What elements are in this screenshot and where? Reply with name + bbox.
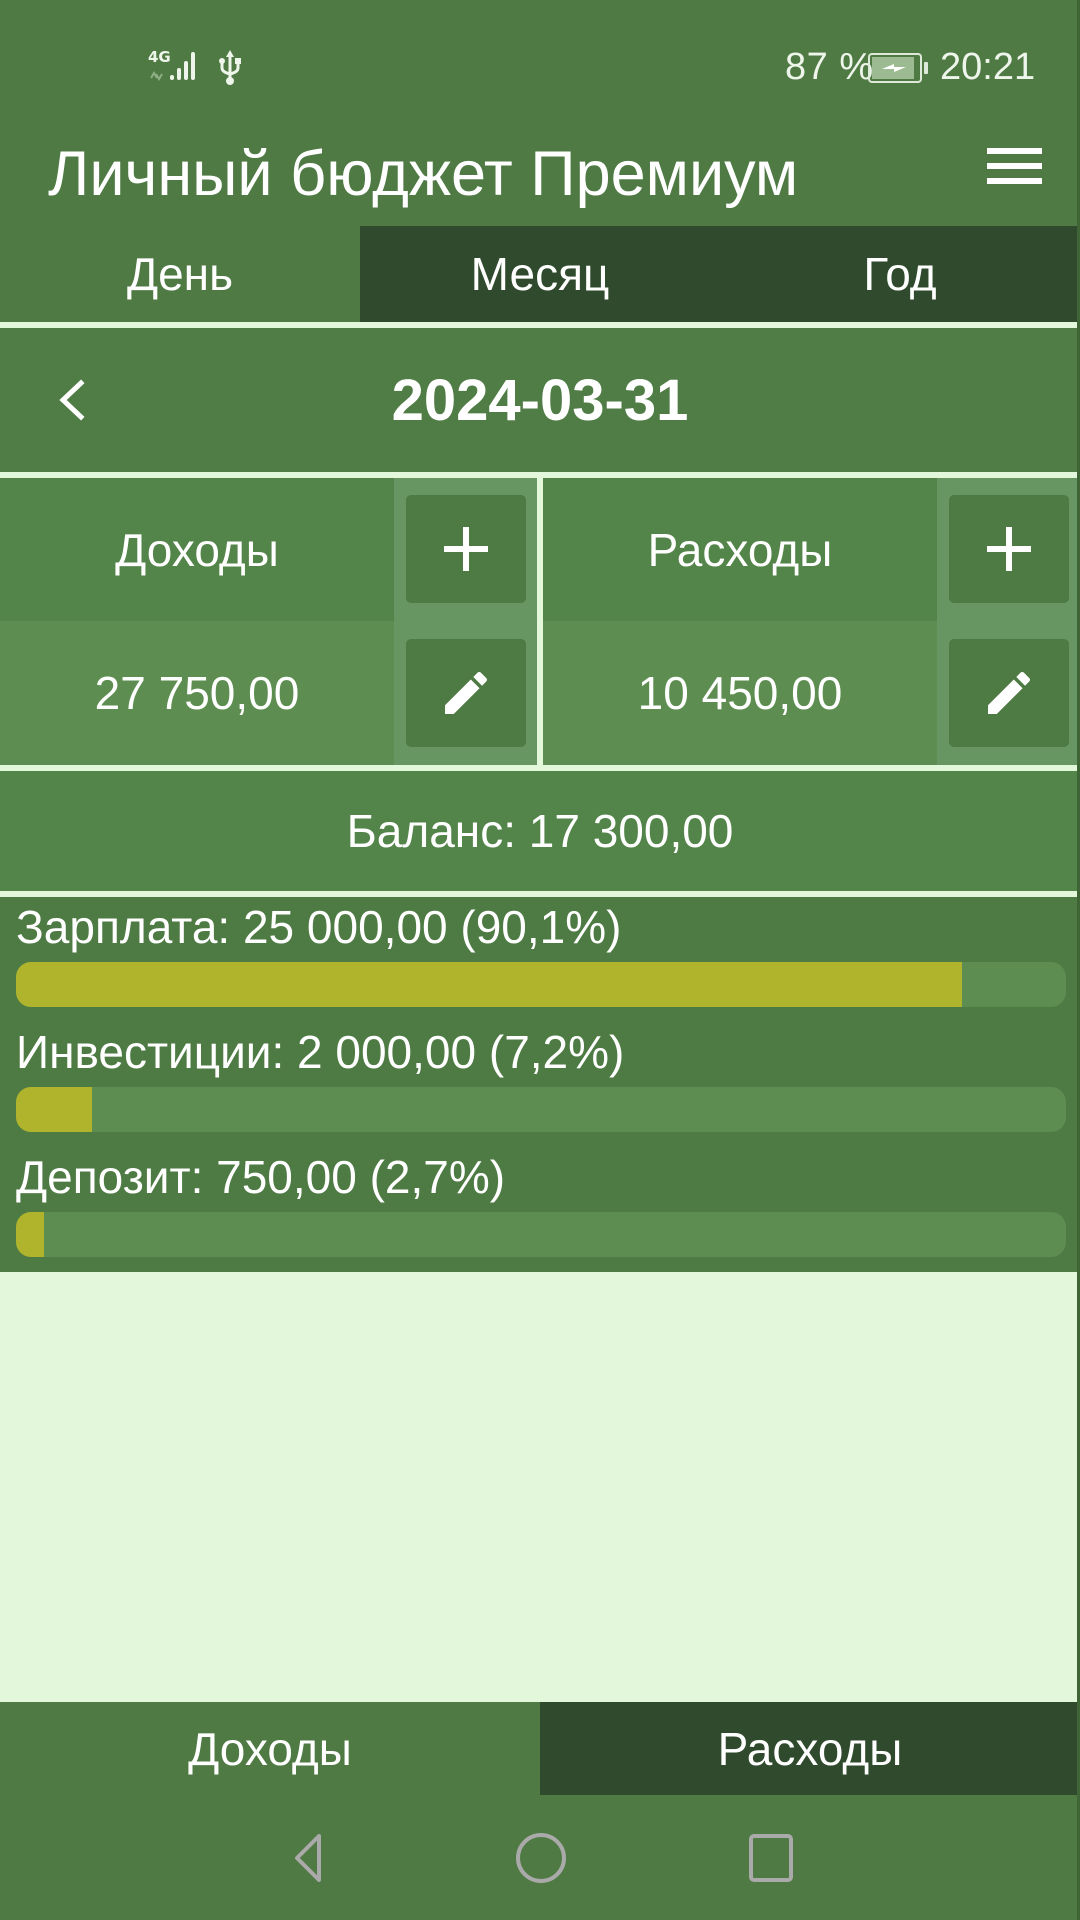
home-icon [516, 1833, 566, 1883]
income-amount: 27 750,00 [0, 621, 394, 765]
tab-day[interactable]: День [0, 226, 360, 322]
progress-fill [16, 1087, 92, 1132]
clock: 20:21 [940, 46, 1036, 88]
tab-label: Месяц [470, 248, 610, 300]
expense-amount: 10 450,00 [543, 621, 937, 765]
edit-income-button[interactable] [406, 639, 526, 747]
chevron-left-icon [59, 379, 85, 421]
signal-icon: 4G [148, 48, 195, 81]
tab-label: Год [863, 248, 937, 300]
bottom-tabs: Доходы Расходы [0, 1702, 1080, 1795]
income-actions [394, 478, 537, 765]
balance-text: Баланс: 17 300,00 [346, 805, 734, 857]
menu-button[interactable] [980, 140, 1050, 194]
network-type-label: 4G [148, 48, 171, 66]
plus-icon [444, 527, 488, 571]
app-title: Личный бюджет Премиум [48, 139, 799, 209]
category-progress-bar [16, 962, 1066, 1007]
period-tabs: День Месяц Год [0, 226, 1080, 322]
back-icon [295, 1834, 321, 1882]
balance-row: Баланс: 17 300,00 [0, 771, 1080, 891]
list-item[interactable]: Зарплата: 25 000,00 (90,1%) [0, 897, 1080, 1022]
usb-icon [219, 50, 241, 85]
income-title: Доходы [0, 478, 394, 621]
category-progress-bar [16, 1087, 1066, 1132]
back-button[interactable] [281, 1830, 337, 1886]
list-item[interactable]: Инвестиции: 2 000,00 (7,2%) [0, 1022, 1080, 1147]
date-label: 2024-03-31 [391, 367, 689, 433]
expense-title: Расходы [543, 478, 937, 621]
income-card: Доходы 27 750,00 [0, 478, 537, 765]
add-income-button[interactable] [406, 495, 526, 603]
tab-label: Доходы [188, 1722, 352, 1775]
category-label: Зарплата: 25 000,00 (90,1%) [16, 901, 622, 953]
tab-income[interactable]: Доходы [0, 1702, 540, 1795]
recents-icon [749, 1834, 793, 1882]
battery-charging-icon [868, 53, 928, 83]
tab-month[interactable]: Месяц [360, 226, 720, 322]
category-list: Зарплата: 25 000,00 (90,1%) Инвестиции: … [0, 897, 1080, 1272]
tab-label: Расходы [717, 1722, 903, 1775]
tab-label: День [126, 248, 234, 300]
expense-card: Расходы 10 450,00 [543, 478, 1080, 765]
current-date: 2024-03-31 [0, 328, 1080, 472]
home-button[interactable] [513, 1830, 569, 1886]
edit-expense-button[interactable] [949, 639, 1069, 747]
previous-date-button[interactable] [40, 360, 106, 440]
battery-percent: 87 % [785, 46, 874, 88]
add-expense-button[interactable] [949, 495, 1069, 603]
category-label: Инвестиции: 2 000,00 (7,2%) [16, 1026, 625, 1078]
recents-button[interactable] [743, 1830, 799, 1886]
category-progress-bar [16, 1212, 1066, 1257]
plus-icon [987, 527, 1031, 571]
tab-year[interactable]: Год [720, 226, 1080, 322]
pencil-icon [445, 671, 488, 714]
expense-actions [937, 478, 1080, 765]
category-label: Депозит: 750,00 (2,7%) [16, 1151, 506, 1203]
progress-fill [16, 962, 963, 1007]
progress-fill [16, 1212, 45, 1257]
pencil-icon [988, 671, 1031, 714]
list-item[interactable]: Депозит: 750,00 (2,7%) [0, 1147, 1080, 1272]
tab-expenses[interactable]: Расходы [540, 1702, 1080, 1795]
